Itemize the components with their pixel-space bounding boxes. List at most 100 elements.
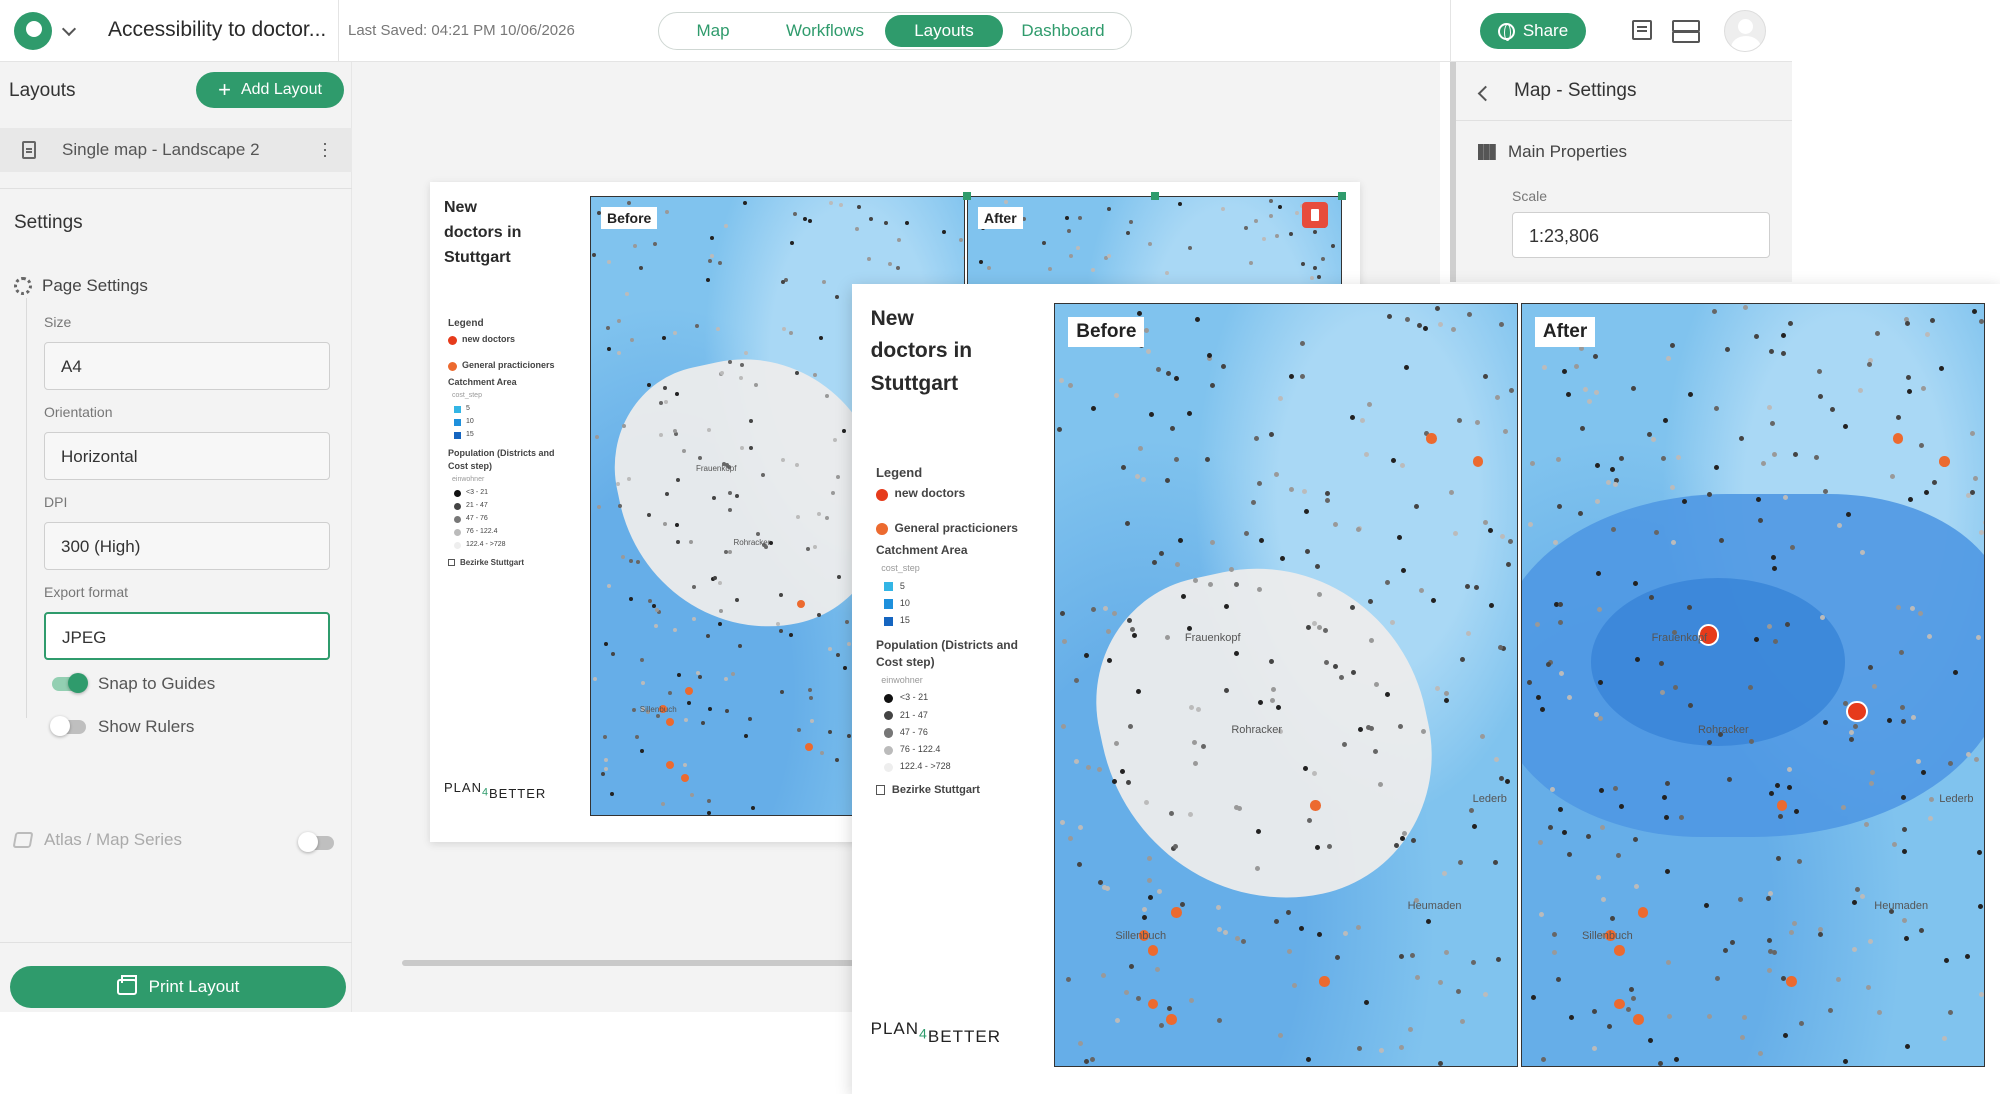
population-dot <box>1145 348 1151 354</box>
print-layout-button[interactable]: Print Layout <box>10 966 346 1008</box>
population-dot <box>1114 1018 1120 1024</box>
layout-page-zoomed[interactable]: New doctors in Stuttgart Legend new doctors G… <box>852 284 2000 1094</box>
population-dot <box>1778 813 1784 819</box>
population-dot <box>1917 611 1923 617</box>
resize-handle[interactable] <box>963 192 971 200</box>
more-options-icon[interactable]: · · · <box>322 134 328 164</box>
layout-list-item[interactable]: Single map - Landscape 2 · · · <box>0 128 352 172</box>
population-dot <box>1322 627 1328 633</box>
place-label: Heumaden <box>1407 899 1462 912</box>
population-dot <box>1566 391 1572 397</box>
divider <box>338 0 339 62</box>
population-dot <box>1915 758 1921 764</box>
population-dot <box>711 496 716 501</box>
layers-stack-icon[interactable] <box>1672 20 1700 43</box>
print-layout-label: Print Layout <box>148 977 240 996</box>
layout-title[interactable]: New doctors in Stuttgart <box>444 196 521 270</box>
population-dot <box>1399 462 1405 468</box>
delete-element-button[interactable] <box>1302 202 1328 228</box>
export-format-select[interactable]: JPEG <box>44 612 330 660</box>
population-dot <box>1687 604 1693 610</box>
horizontal-scrollbar[interactable] <box>402 960 862 966</box>
project-title[interactable]: Accessibility to doctor... <box>108 18 326 42</box>
population-dot <box>838 202 843 207</box>
population-dot <box>1271 686 1277 692</box>
population-dot <box>676 539 681 544</box>
population-dot <box>824 394 829 399</box>
map-frame-after[interactable]: Frauenkopf Rohracker Heumaden Sillenbuch Led… <box>1520 302 1985 1067</box>
add-layout-button[interactable]: + Add Layout <box>196 72 344 108</box>
atlas-section: Atlas / Map Series <box>12 830 182 850</box>
population-dot <box>1558 671 1564 677</box>
population-dot <box>1152 559 1158 565</box>
layout-title[interactable]: New doctors in Stuttgart <box>871 303 973 401</box>
population-dot <box>1404 316 1410 322</box>
population-dot <box>1330 243 1335 248</box>
population-dot <box>1127 723 1133 729</box>
export-format-label: Export format <box>44 584 129 600</box>
population-dot <box>1900 795 1906 801</box>
population-dot <box>1552 931 1558 937</box>
population-dot <box>1903 935 1909 941</box>
gp-marker <box>1637 907 1649 918</box>
population-dot <box>1539 706 1545 712</box>
population-dot <box>1400 568 1406 574</box>
population-dot <box>1368 598 1374 604</box>
population-dot <box>867 256 872 261</box>
back-chevron-icon[interactable] <box>1477 85 1494 102</box>
snap-to-guides-toggle[interactable] <box>52 673 88 693</box>
population-dot <box>1857 387 1863 393</box>
layers-icon <box>12 832 34 848</box>
population-swatch <box>883 710 894 721</box>
map-frame-before[interactable]: Frauenkopf Rohracker Heumaden Sillenbuch Led… <box>1054 302 1518 1067</box>
place-label: Rohracker <box>1697 723 1749 736</box>
resize-handle[interactable] <box>1150 192 1159 200</box>
before-label: Before <box>1068 316 1145 347</box>
population-dot <box>639 657 644 662</box>
avatar[interactable] <box>1724 10 1766 52</box>
app-menu[interactable] <box>14 12 77 50</box>
population-dot <box>1180 901 1186 907</box>
population-class-label: 47 - 76 <box>899 726 928 737</box>
population-dot <box>1536 694 1542 700</box>
population-dot <box>1760 460 1766 466</box>
population-dot <box>812 545 817 550</box>
book-icon[interactable] <box>1632 20 1652 40</box>
population-dot <box>1978 991 1984 997</box>
dpi-select[interactable]: 300 (High) <box>44 522 330 570</box>
tab-map[interactable]: Map <box>661 15 765 47</box>
population-dot <box>1233 581 1239 587</box>
size-select[interactable]: A4 <box>44 342 330 390</box>
printer-icon <box>116 975 137 995</box>
tab-workflows[interactable]: Workflows <box>765 15 885 47</box>
share-button[interactable]: Share <box>1480 13 1586 49</box>
population-dot <box>835 475 840 480</box>
show-rulers-toggle[interactable] <box>50 716 86 736</box>
atlas-toggle[interactable] <box>298 832 334 852</box>
legend-heading: Legend <box>448 318 484 329</box>
globe-icon <box>1497 22 1515 41</box>
population-dot <box>1129 627 1135 633</box>
population-dot <box>1430 597 1436 603</box>
divider <box>0 188 352 189</box>
population-dot <box>1207 582 1213 588</box>
plus-icon: + <box>218 77 231 102</box>
page-settings-section[interactable]: Page Settings <box>14 276 148 296</box>
catchment-swatch <box>454 432 461 439</box>
scale-input[interactable]: 1:23,806 <box>1512 212 1770 258</box>
tab-layouts[interactable]: Layouts <box>885 15 1003 47</box>
gp-marker <box>1166 1014 1177 1025</box>
population-dot <box>1673 1056 1679 1062</box>
population-dot <box>1714 976 1720 982</box>
main-properties-section[interactable]: Main Properties <box>1478 142 1627 162</box>
population-dot <box>1143 800 1149 806</box>
population-class-label: 122.4 - >728 <box>899 761 951 772</box>
population-dot <box>1320 257 1325 262</box>
tab-dashboard[interactable]: Dashboard <box>1003 15 1123 47</box>
population-field: einwohner <box>452 476 485 483</box>
population-dot <box>1842 423 1848 429</box>
population-dot <box>1189 997 1195 1003</box>
show-rulers-label: Show Rulers <box>98 717 195 736</box>
orientation-select[interactable]: Horizontal <box>44 432 330 480</box>
resize-handle[interactable] <box>1338 192 1346 200</box>
